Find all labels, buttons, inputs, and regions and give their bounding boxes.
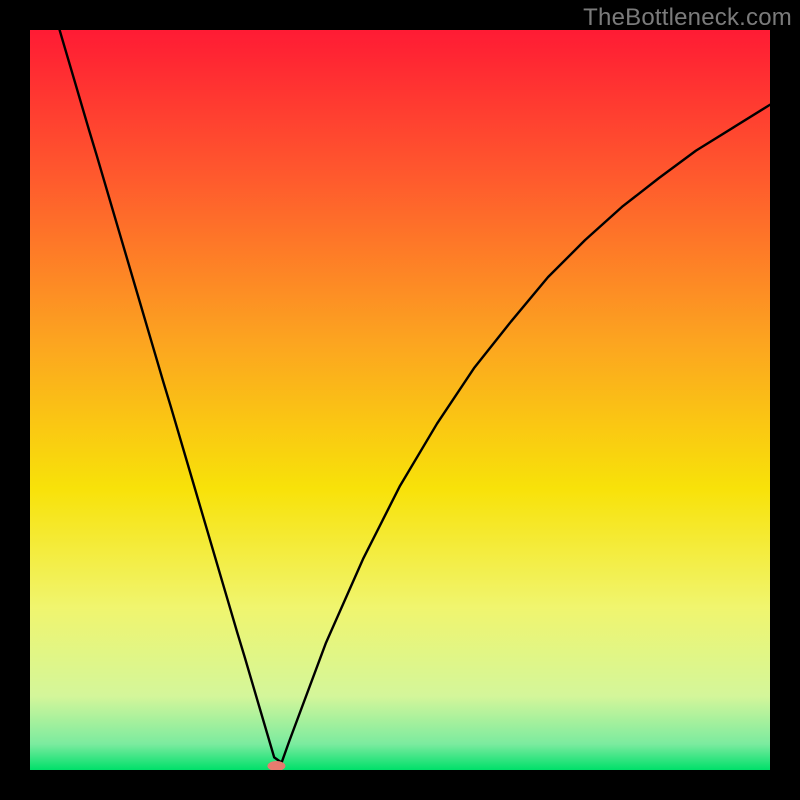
plot-area [30,30,770,770]
gradient-background [30,30,770,770]
chart-svg [30,30,770,770]
attribution-label: TheBottleneck.com [583,4,792,32]
chart-frame: TheBottleneck.com [0,0,800,800]
